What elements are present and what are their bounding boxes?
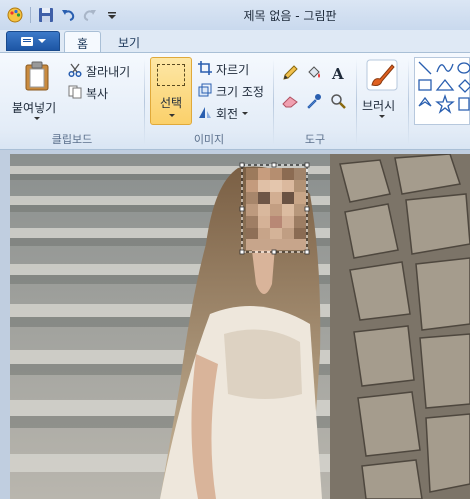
magnifier-icon[interactable] (328, 91, 348, 111)
cut-button[interactable]: 잘라내기 (68, 61, 130, 81)
eraser-icon[interactable] (280, 91, 300, 111)
triangle-shape-icon[interactable] (435, 78, 455, 91)
rotate-label: 회전 (216, 106, 239, 121)
scissors-icon (68, 63, 82, 80)
resize-label: 크기 조정 (216, 84, 264, 99)
image-group-label: 이미지 (193, 133, 225, 146)
clipboard-group-label: 클립보드 (51, 133, 93, 146)
text-icon[interactable]: A (328, 63, 348, 83)
brush-dropdown-icon[interactable] (379, 115, 385, 118)
group-divider (408, 59, 409, 145)
menu-arrow-icon (37, 39, 46, 43)
paste-icon (24, 61, 50, 94)
drawing-canvas[interactable] (10, 154, 470, 499)
group-divider (356, 59, 357, 145)
tools-group-label: 도구 (304, 133, 326, 146)
canvas-photo (10, 154, 470, 499)
window-title: 제목 없음 - 그림판 (243, 9, 337, 23)
rotate-button[interactable]: 회전 (198, 103, 249, 123)
fill-icon[interactable] (304, 63, 324, 83)
paint-menu-button[interactable] (6, 31, 60, 51)
crop-icon (198, 60, 212, 78)
copy-icon (68, 85, 82, 102)
tab-home[interactable]: 홈 (64, 31, 102, 52)
select-marquee-icon (157, 64, 185, 86)
oval-shape-icon[interactable] (457, 62, 470, 74)
select-button[interactable]: 선택 (150, 57, 192, 125)
paste-label: 붙여넣기 (12, 101, 57, 115)
clipboard-group: 붙여넣기 잘라내기 복사 클립보드 (0, 55, 144, 149)
arrow-up-shape-icon[interactable] (418, 96, 432, 107)
select-label: 선택 (159, 96, 183, 110)
rotate-icon (198, 105, 212, 122)
brushes-button[interactable]: 브러시 (360, 57, 404, 125)
line-shape-icon[interactable] (418, 61, 432, 75)
crop-label: 자르기 (216, 62, 250, 77)
crop-button[interactable]: 자르기 (198, 59, 249, 79)
tools-grid: A (280, 63, 348, 113)
resize-button[interactable]: 크기 조정 (198, 81, 264, 101)
menu-document-icon (20, 36, 33, 46)
rotate-dropdown-icon[interactable] (242, 111, 249, 115)
diamond-shape-icon[interactable] (458, 79, 470, 93)
tab-view[interactable]: 보기 (106, 31, 152, 52)
ribbon: 붙여넣기 잘라내기 복사 클립보드 이미지 선택 자르기 크기 조정 회전 도구… (0, 52, 470, 150)
ribbon-tab-row: 홈 보기 (0, 30, 470, 52)
callout-shape-icon[interactable] (458, 97, 470, 111)
copy-button[interactable]: 복사 (68, 83, 108, 103)
brush-icon (366, 59, 398, 94)
resize-icon (198, 83, 212, 100)
copy-label: 복사 (86, 86, 109, 101)
pencil-icon[interactable] (280, 63, 300, 83)
cut-label: 잘라내기 (86, 64, 131, 79)
color-picker-icon[interactable] (304, 91, 324, 111)
select-dropdown-icon[interactable] (169, 114, 175, 117)
paste-button[interactable]: 붙여넣기 (10, 59, 62, 125)
title-bar: 제목 없음 - 그림판 (0, 0, 470, 30)
workspace (0, 150, 470, 499)
brush-label: 브러시 (362, 99, 396, 113)
shapes-gallery[interactable] (414, 57, 470, 125)
curve-shape-icon[interactable] (436, 63, 454, 73)
rectangle-shape-icon[interactable] (418, 79, 432, 91)
svg-text:A: A (331, 65, 344, 81)
star-shape-icon[interactable] (435, 93, 455, 114)
paste-dropdown-icon[interactable] (34, 117, 40, 120)
